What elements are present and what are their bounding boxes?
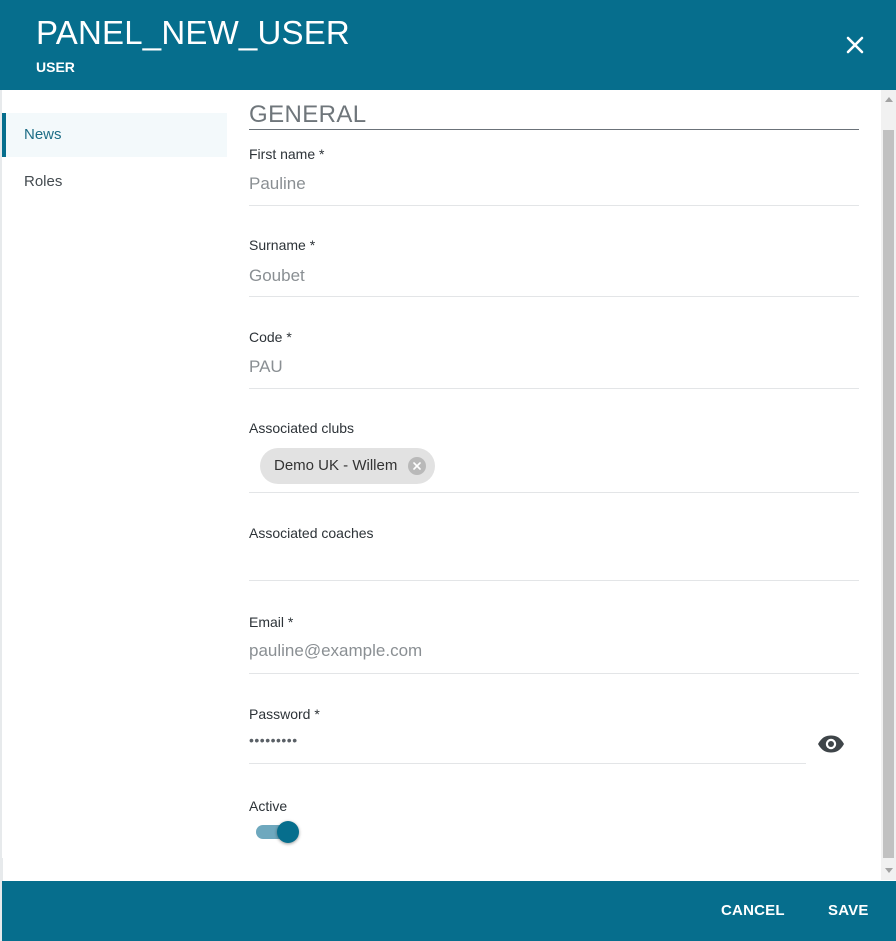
section-title: GENERAL [249,100,859,130]
surname-input[interactable]: Goubet [249,266,305,286]
show-password-button[interactable] [816,733,846,755]
active-label: Active [249,798,288,814]
panel-title: PANEL_NEW_USER [36,14,350,51]
active-toggle[interactable] [256,821,299,843]
form-content: GENERAL First name * Pauline Surname * G… [249,90,859,880]
sidebar: News Roles [2,90,228,858]
associated-clubs-label: Associated clubs [249,420,355,436]
save-button[interactable]: SAVE [828,881,869,941]
panel-subtitle: USER [36,59,75,75]
club-chip-label: Demo UK - Willem [274,457,398,474]
code-label: Code * [249,329,292,345]
associated-clubs-field[interactable]: Associated clubs Demo UK - Willem [249,420,859,493]
email-field[interactable]: Email * pauline@example.com [249,614,859,674]
first-name-input[interactable]: Pauline [249,174,306,194]
surname-label: Surname * [249,237,316,253]
sidebar-item-label: News [24,126,62,143]
password-label: Password * [249,706,320,722]
associated-coaches-field[interactable]: Associated coaches [249,525,859,581]
code-input[interactable]: PAU [249,357,283,377]
email-input[interactable]: pauline@example.com [249,641,422,661]
panel-header: PANEL_NEW_USER USER [0,0,896,90]
chip-remove-button[interactable] [408,457,427,475]
scroll-down-arrow-icon[interactable] [885,868,893,873]
scrollbar-thumb[interactable] [883,130,894,858]
close-button[interactable] [838,28,872,62]
password-input[interactable]: ••••••••• [249,732,298,748]
panel-footer: CANCEL SAVE [2,881,896,941]
club-chip: Demo UK - Willem [260,448,436,484]
associated-coaches-label: Associated coaches [249,525,374,541]
surname-field[interactable]: Surname * Goubet [249,237,859,297]
sidebar-item-news[interactable]: News [2,113,227,157]
first-name-label: First name * [249,146,325,162]
cancel-button[interactable]: CANCEL [721,881,785,941]
toggle-thumb [277,821,299,843]
first-name-field[interactable]: First name * Pauline [249,146,859,206]
sidebar-item-label: Roles [24,173,63,190]
close-icon [413,462,422,470]
close-icon [846,36,864,54]
scrollbar[interactable] [881,90,896,880]
sidebar-item-roles[interactable]: Roles [2,160,227,204]
email-label: Email * [249,614,294,630]
code-field[interactable]: Code * PAU [249,329,859,389]
scroll-up-arrow-icon[interactable] [885,97,893,102]
password-field[interactable]: Password * ••••••••• [249,706,806,764]
eye-icon [818,735,844,753]
